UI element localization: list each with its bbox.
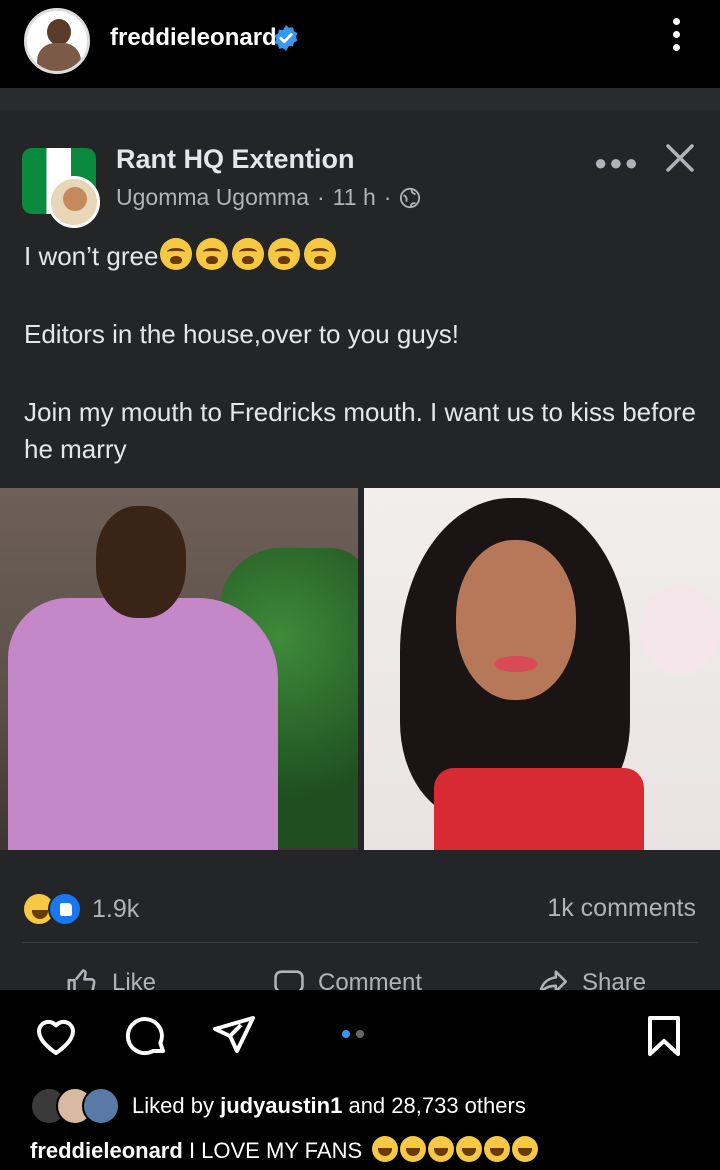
- close-icon: [666, 144, 694, 172]
- instagram-post-header: freddieleonard: [0, 0, 720, 88]
- photo-woman-lips: [494, 656, 538, 672]
- reaction-count: 1.9k: [92, 894, 140, 923]
- laughing-emoji-icon: [372, 1136, 399, 1162]
- reactions-summary: 1.9k: [22, 892, 139, 926]
- laughing-emoji-icon: [400, 1136, 427, 1162]
- post-text-line-3: Join my mouth to Fredricks mouth. I want…: [24, 397, 696, 464]
- liked-by-row[interactable]: Liked by judyaustin1 and 28,733 others: [30, 1086, 526, 1126]
- more-options-icon[interactable]: [664, 14, 688, 58]
- crying-emoji-icon: [232, 238, 265, 270]
- crying-emoji-icon: [268, 238, 301, 270]
- verified-badge-icon: [274, 25, 298, 51]
- liker-avatar: [82, 1087, 120, 1125]
- crying-emoji-icon: [160, 238, 193, 270]
- post-text-gree: I won’t gree: [24, 241, 159, 271]
- avatar-head: [47, 19, 71, 45]
- caption-username[interactable]: freddieleonard: [30, 1138, 183, 1163]
- laughing-emoji-icon: [428, 1136, 455, 1162]
- facebook-post-screenshot[interactable]: Rant HQ Extention Ugomma Ugomma · 11 h ·…: [0, 110, 720, 998]
- post-author: Ugomma Ugomma: [116, 184, 309, 210]
- comment-count: 1k comments: [547, 894, 696, 922]
- carousel-indicator: [342, 1030, 364, 1038]
- caption-text: I LOVE MY FANS: [188, 1138, 363, 1163]
- post-photo-man[interactable]: [0, 488, 358, 850]
- page-avatar: [22, 148, 102, 228]
- photo-flower: [640, 584, 720, 674]
- comment-icon[interactable]: [122, 1012, 170, 1060]
- author-avatar: [48, 176, 100, 228]
- carousel-dot: [356, 1030, 364, 1038]
- post-time: 11 h: [332, 184, 376, 210]
- profile-username[interactable]: freddieleonard: [110, 24, 277, 52]
- profile-avatar[interactable]: [24, 8, 90, 74]
- laughing-emoji-icon: [456, 1136, 483, 1162]
- post-caption: freddieleonard I LOVE MY FANS: [30, 1136, 539, 1164]
- photo-man-outfit: [8, 598, 278, 850]
- like-reaction-icon: [48, 892, 82, 926]
- post-text-line-2: Editors in the house,over to you guys!: [24, 319, 460, 349]
- laughing-emoji-icon: [512, 1136, 539, 1162]
- post-photo-woman[interactable]: [364, 488, 720, 850]
- laughing-emoji-icon: [484, 1136, 511, 1162]
- meta-separator: ·: [383, 184, 392, 210]
- avatar-body: [37, 43, 81, 71]
- crying-emoji-icon: [304, 238, 337, 270]
- liked-by-user[interactable]: judyaustin1: [220, 1093, 342, 1118]
- liked-by-prefix: Liked by: [132, 1093, 214, 1118]
- globe-icon: [400, 187, 421, 208]
- laughing-emoji-row: [372, 1136, 539, 1162]
- meta-separator: ·: [317, 184, 325, 210]
- post-meta: Ugomma Ugomma · 11 h ·: [116, 184, 421, 211]
- instagram-post-footer: Liked by judyaustin1 and 28,733 others f…: [0, 990, 720, 1170]
- photo-man-head: [96, 506, 186, 618]
- post-options-icon: ●●●: [594, 150, 640, 175]
- send-icon[interactable]: [210, 1012, 258, 1060]
- heart-icon[interactable]: [32, 1012, 80, 1060]
- page-name: Rant HQ Extention: [116, 144, 355, 174]
- carousel-dot-active: [342, 1030, 350, 1038]
- photo-woman-face: [456, 540, 576, 700]
- crying-emoji-icon: [196, 238, 229, 270]
- actions-divider: [22, 942, 698, 943]
- liked-by-others[interactable]: and 28,733 others: [348, 1093, 525, 1118]
- crying-emoji-row: [160, 238, 337, 270]
- photo-woman-top: [434, 768, 644, 850]
- bookmark-icon[interactable]: [640, 1012, 688, 1060]
- post-text-line-1: I won’t gree: [24, 238, 704, 275]
- liked-by-text: Liked by judyaustin1 and 28,733 others: [132, 1093, 526, 1119]
- screenshot-top-strip: [0, 88, 720, 110]
